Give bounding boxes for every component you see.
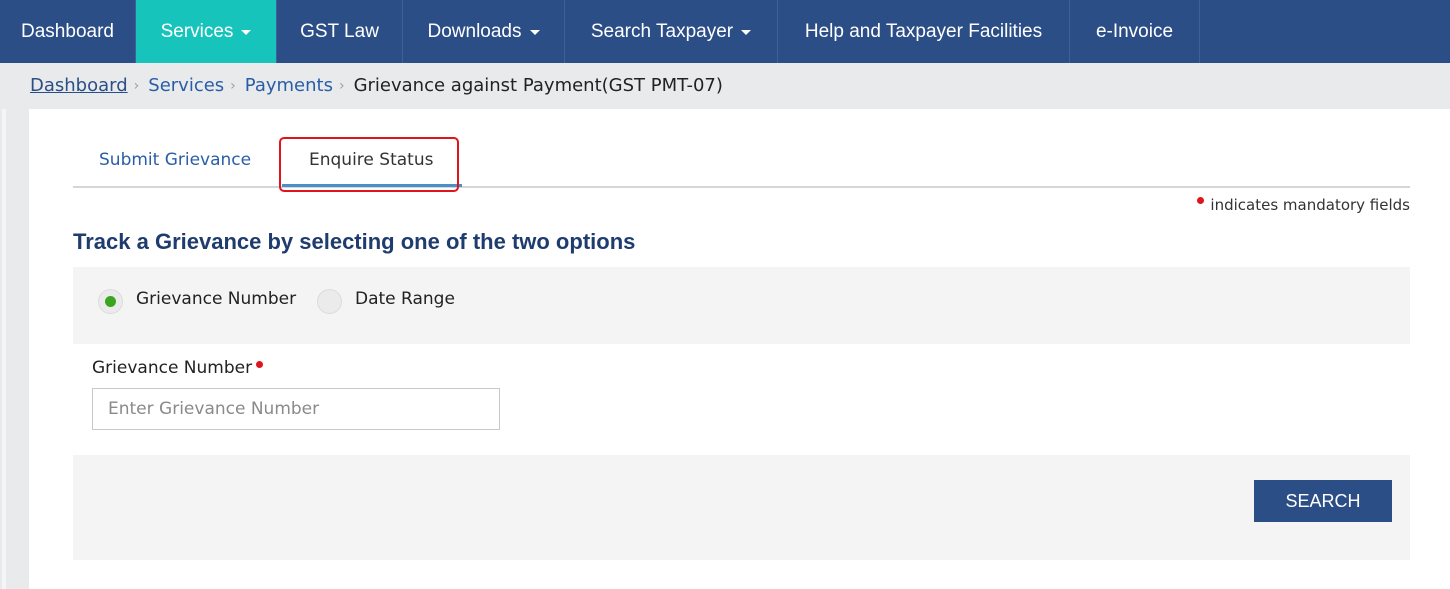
- tab-highlight-box: [279, 137, 459, 192]
- nav-gst-law[interactable]: GST Law: [277, 0, 403, 63]
- nav-search-taxpayer[interactable]: Search Taxpayer: [565, 0, 778, 63]
- chevron-right-icon: ›: [230, 77, 236, 94]
- radio-date-range-label[interactable]: Date Range: [355, 289, 455, 309]
- mandatory-note-text: indicates mandatory fields: [1210, 196, 1410, 214]
- chevron-right-icon: ›: [133, 77, 140, 94]
- mandatory-note: indicates mandatory fields: [1197, 196, 1410, 214]
- nav-search-taxpayer-label: Search Taxpayer: [590, 20, 734, 42]
- breadcrumb-bar: Dashboard › Services › Payments › Grieva…: [0, 63, 1450, 109]
- main-navbar: Dashboard Services GST Law Downloads Sea…: [0, 0, 1450, 63]
- caret-down-icon: [241, 30, 252, 35]
- chevron-right-icon: ›: [338, 77, 345, 94]
- caret-down-icon: [529, 30, 540, 35]
- nav-downloads-label: Downloads: [427, 20, 522, 42]
- radio-grievance-number-label[interactable]: Grievance Number: [136, 289, 296, 309]
- section-title: Track a Grievance by selecting one of th…: [73, 229, 636, 254]
- action-panel: [73, 455, 1410, 560]
- tab-divider: [73, 186, 1410, 188]
- tab-submit-grievance[interactable]: Submit Grievance: [99, 150, 251, 170]
- grievance-number-label-text: Grievance Number: [92, 358, 253, 378]
- nav-dashboard[interactable]: Dashboard: [0, 0, 136, 63]
- breadcrumb-dashboard[interactable]: Dashboard: [30, 75, 128, 96]
- grievance-number-label: Grievance Number: [92, 358, 264, 378]
- required-dot-icon: [256, 361, 264, 368]
- caret-down-icon: [741, 30, 752, 35]
- nav-gst-law-label: GST Law: [300, 20, 379, 42]
- breadcrumb: Dashboard › Services › Payments › Grieva…: [30, 75, 723, 96]
- nav-dashboard-label: Dashboard: [21, 20, 114, 42]
- nav-help-taxpayer-facilities[interactable]: Help and Taxpayer Facilities: [778, 0, 1070, 63]
- nav-services[interactable]: Services: [136, 0, 277, 63]
- breadcrumb-current: Grievance against Payment(GST PMT-07): [353, 75, 723, 96]
- breadcrumb-services[interactable]: Services: [148, 75, 224, 96]
- left-rail: [0, 109, 29, 589]
- nav-downloads[interactable]: Downloads: [403, 0, 565, 63]
- nav-e-invoice[interactable]: e-Invoice: [1070, 0, 1200, 63]
- breadcrumb-payments[interactable]: Payments: [245, 75, 333, 96]
- nav-services-label: Services: [160, 20, 234, 42]
- grievance-number-input[interactable]: [92, 388, 500, 430]
- search-button[interactable]: SEARCH: [1254, 480, 1392, 522]
- radio-grievance-number[interactable]: [98, 289, 123, 314]
- nav-help-label: Help and Taxpayer Facilities: [804, 20, 1043, 42]
- required-dot-icon: [1197, 196, 1205, 204]
- radio-date-range[interactable]: [317, 289, 342, 314]
- nav-e-invoice-label: e-Invoice: [1095, 20, 1174, 42]
